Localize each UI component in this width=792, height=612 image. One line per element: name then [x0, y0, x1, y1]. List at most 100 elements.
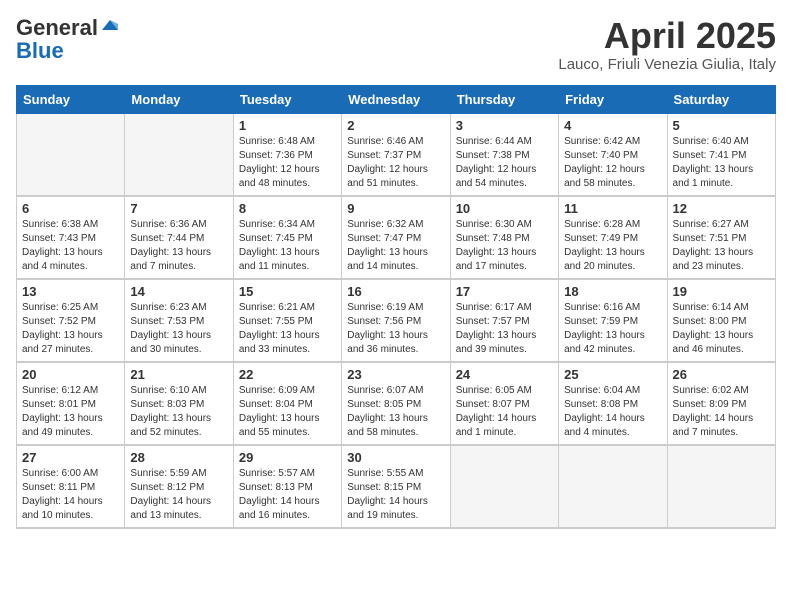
calendar-cell	[667, 445, 775, 528]
day-info: Sunrise: 6:38 AMSunset: 7:43 PMDaylight:…	[22, 218, 119, 274]
day-number: 25	[564, 367, 661, 382]
day-info: Sunrise: 5:59 AMSunset: 8:12 PMDaylight:…	[130, 467, 227, 523]
header-day: Monday	[125, 85, 233, 113]
day-number: 5	[673, 118, 770, 133]
day-number: 24	[456, 367, 553, 382]
calendar-table: SundayMondayTuesdayWednesdayThursdayFrid…	[16, 85, 776, 529]
calendar-cell	[450, 445, 558, 528]
day-number: 20	[22, 367, 119, 382]
day-info: Sunrise: 6:19 AMSunset: 7:56 PMDaylight:…	[347, 301, 444, 357]
calendar-cell	[125, 113, 233, 196]
day-number: 17	[456, 284, 553, 299]
day-info: Sunrise: 6:30 AMSunset: 7:48 PMDaylight:…	[456, 218, 553, 274]
day-number: 10	[456, 201, 553, 216]
header-day: Friday	[559, 85, 667, 113]
day-info: Sunrise: 6:36 AMSunset: 7:44 PMDaylight:…	[130, 218, 227, 274]
calendar-cell: 26Sunrise: 6:02 AMSunset: 8:09 PMDayligh…	[667, 362, 775, 445]
calendar-cell: 13 Sunrise: 6:25 AMSunset: 7:52 PMDayligh…	[17, 279, 125, 362]
logo-blue: Blue	[16, 40, 64, 62]
day-info: Sunrise: 6:04 AMSunset: 8:08 PMDaylight:…	[564, 384, 661, 440]
day-info: Sunrise: 6:23 AMSunset: 7:53 PMDaylight:…	[130, 301, 227, 357]
header-day: Tuesday	[233, 85, 341, 113]
day-info: Sunrise: 6:27 AMSunset: 7:51 PMDaylight:…	[673, 218, 770, 274]
calendar-cell: 17 Sunrise: 6:17 AMSunset: 7:57 PMDayligh…	[450, 279, 558, 362]
calendar-cell: 16 Sunrise: 6:19 AMSunset: 7:56 PMDayligh…	[342, 279, 450, 362]
day-info: Sunrise: 6:25 AMSunset: 7:52 PMDaylight:…	[22, 301, 119, 357]
calendar-cell: 7Sunrise: 6:36 AMSunset: 7:44 PMDaylight…	[125, 196, 233, 279]
calendar-cell: 10 Sunrise: 6:30 AMSunset: 7:48 PMDayligh…	[450, 196, 558, 279]
day-number: 8	[239, 201, 336, 216]
day-info: Sunrise: 6:17 AMSunset: 7:57 PMDaylight:…	[456, 301, 553, 357]
calendar-cell: 28 Sunrise: 5:59 AMSunset: 8:12 PMDayligh…	[125, 445, 233, 528]
day-info: Sunrise: 6:44 AMSunset: 7:38 PMDaylight:…	[456, 135, 553, 191]
day-number: 21	[130, 367, 227, 382]
page-header: General Blue April 2025 Lauco, Friuli Ve…	[16, 16, 776, 73]
day-info: Sunrise: 6:00 AMSunset: 8:11 PMDaylight:…	[22, 467, 119, 523]
day-info: Sunrise: 6:02 AMSunset: 8:09 PMDaylight:…	[673, 384, 770, 440]
calendar-cell: 12Sunrise: 6:27 AMSunset: 7:51 PMDayligh…	[667, 196, 775, 279]
calendar-cell: 30 Sunrise: 5:55 AMSunset: 8:15 PMDayligh…	[342, 445, 450, 528]
day-info: Sunrise: 6:07 AMSunset: 8:05 PMDaylight:…	[347, 384, 444, 440]
calendar-week-row: 20Sunrise: 6:12 AMSunset: 8:01 PMDayligh…	[17, 362, 776, 445]
calendar-cell: 11 Sunrise: 6:28 AMSunset: 7:49 PMDayligh…	[559, 196, 667, 279]
day-number: 1	[239, 118, 336, 133]
month-title: April 2025	[558, 16, 776, 56]
day-info: Sunrise: 6:42 AMSunset: 7:40 PMDaylight:…	[564, 135, 661, 191]
calendar-cell: 3 Sunrise: 6:44 AMSunset: 7:38 PMDaylight…	[450, 113, 558, 196]
day-number: 3	[456, 118, 553, 133]
calendar-cell: 24 Sunrise: 6:05 AMSunset: 8:07 PMDayligh…	[450, 362, 558, 445]
day-number: 15	[239, 284, 336, 299]
calendar-cell: 15 Sunrise: 6:21 AMSunset: 7:55 PMDayligh…	[233, 279, 341, 362]
day-number: 2	[347, 118, 444, 133]
day-number: 30	[347, 450, 444, 465]
day-info: Sunrise: 6:34 AMSunset: 7:45 PMDaylight:…	[239, 218, 336, 274]
day-number: 13	[22, 284, 119, 299]
calendar-week-row: 27 Sunrise: 6:00 AMSunset: 8:11 PMDayligh…	[17, 445, 776, 528]
day-number: 29	[239, 450, 336, 465]
day-number: 19	[673, 284, 770, 299]
calendar-cell: 23Sunrise: 6:07 AMSunset: 8:05 PMDayligh…	[342, 362, 450, 445]
header-day: Thursday	[450, 85, 558, 113]
day-info: Sunrise: 6:40 AMSunset: 7:41 PMDaylight:…	[673, 135, 770, 191]
calendar-week-row: 6 Sunrise: 6:38 AMSunset: 7:43 PMDaylight…	[17, 196, 776, 279]
calendar-cell: 22Sunrise: 6:09 AMSunset: 8:04 PMDayligh…	[233, 362, 341, 445]
logo: General Blue	[16, 16, 120, 62]
calendar-cell: 25 Sunrise: 6:04 AMSunset: 8:08 PMDayligh…	[559, 362, 667, 445]
day-info: Sunrise: 5:55 AMSunset: 8:15 PMDaylight:…	[347, 467, 444, 523]
calendar-cell: 20Sunrise: 6:12 AMSunset: 8:01 PMDayligh…	[17, 362, 125, 445]
day-number: 28	[130, 450, 227, 465]
logo-icon	[100, 16, 120, 36]
calendar-cell: 6 Sunrise: 6:38 AMSunset: 7:43 PMDaylight…	[17, 196, 125, 279]
day-info: Sunrise: 6:46 AMSunset: 7:37 PMDaylight:…	[347, 135, 444, 191]
calendar-cell	[17, 113, 125, 196]
calendar-cell: 27 Sunrise: 6:00 AMSunset: 8:11 PMDayligh…	[17, 445, 125, 528]
day-number: 9	[347, 201, 444, 216]
calendar-cell: 1 Sunrise: 6:48 AMSunset: 7:36 PMDaylight…	[233, 113, 341, 196]
day-number: 11	[564, 201, 661, 216]
calendar-cell	[559, 445, 667, 528]
day-number: 4	[564, 118, 661, 133]
calendar-week-row: 13 Sunrise: 6:25 AMSunset: 7:52 PMDayligh…	[17, 279, 776, 362]
calendar-cell: 9Sunrise: 6:32 AMSunset: 7:47 PMDaylight…	[342, 196, 450, 279]
day-info: Sunrise: 6:09 AMSunset: 8:04 PMDaylight:…	[239, 384, 336, 440]
calendar-cell: 14 Sunrise: 6:23 AMSunset: 7:53 PMDayligh…	[125, 279, 233, 362]
day-info: Sunrise: 6:28 AMSunset: 7:49 PMDaylight:…	[564, 218, 661, 274]
header-day: Wednesday	[342, 85, 450, 113]
location-subtitle: Lauco, Friuli Venezia Giulia, Italy	[558, 56, 776, 73]
day-info: Sunrise: 6:16 AMSunset: 7:59 PMDaylight:…	[564, 301, 661, 357]
header-row: SundayMondayTuesdayWednesdayThursdayFrid…	[17, 85, 776, 113]
day-info: Sunrise: 6:21 AMSunset: 7:55 PMDaylight:…	[239, 301, 336, 357]
title-area: April 2025 Lauco, Friuli Venezia Giulia,…	[558, 16, 776, 73]
day-info: Sunrise: 6:14 AMSunset: 8:00 PMDaylight:…	[673, 301, 770, 357]
header-day: Sunday	[17, 85, 125, 113]
calendar-cell: 2 Sunrise: 6:46 AMSunset: 7:37 PMDaylight…	[342, 113, 450, 196]
calendar-cell: 18Sunrise: 6:16 AMSunset: 7:59 PMDayligh…	[559, 279, 667, 362]
day-number: 14	[130, 284, 227, 299]
day-number: 27	[22, 450, 119, 465]
day-info: Sunrise: 6:05 AMSunset: 8:07 PMDaylight:…	[456, 384, 553, 440]
day-info: Sunrise: 6:48 AMSunset: 7:36 PMDaylight:…	[239, 135, 336, 191]
day-number: 16	[347, 284, 444, 299]
calendar-cell: 5 Sunrise: 6:40 AMSunset: 7:41 PMDaylight…	[667, 113, 775, 196]
calendar-cell: 29Sunrise: 5:57 AMSunset: 8:13 PMDayligh…	[233, 445, 341, 528]
day-number: 6	[22, 201, 119, 216]
